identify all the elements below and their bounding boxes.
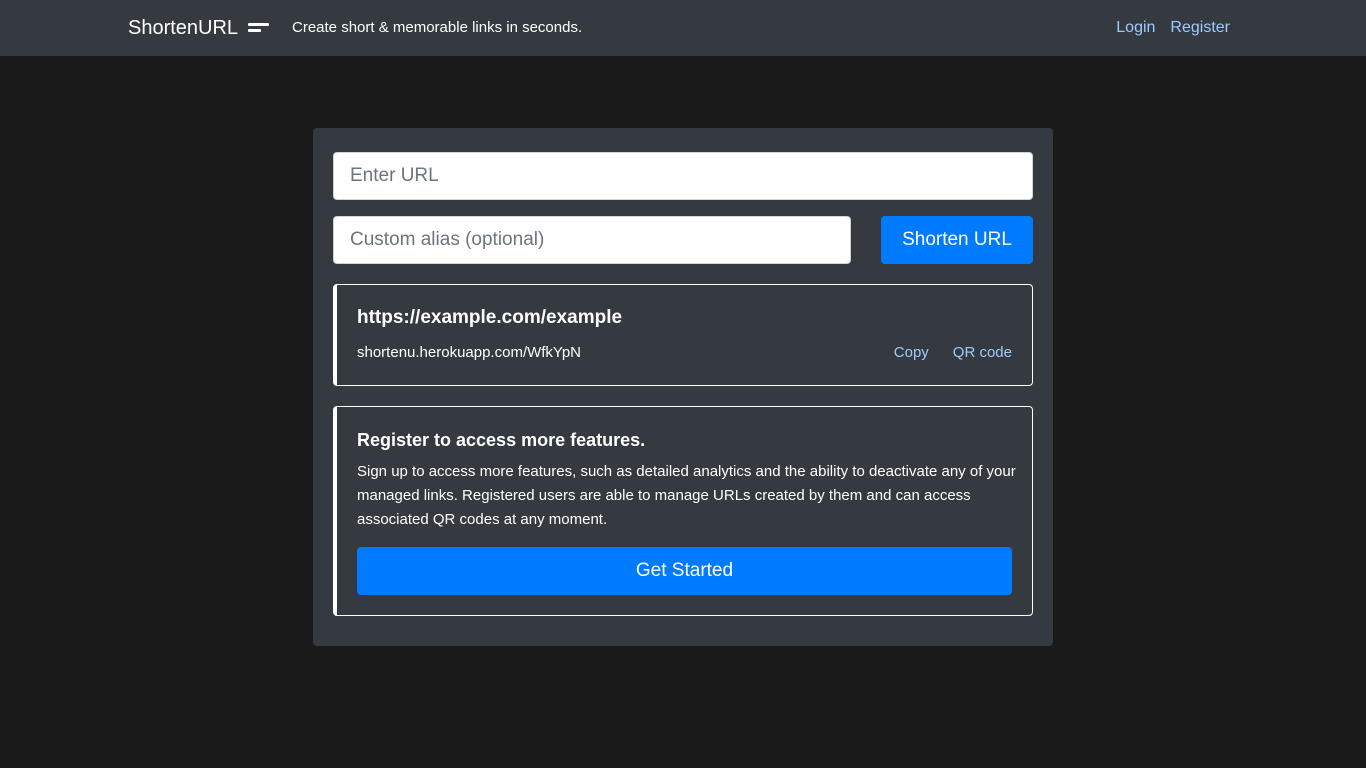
result-actions: Copy QR code <box>894 344 1012 362</box>
navbar: ShortenURL Create short & memorable link… <box>0 0 1366 56</box>
login-link[interactable]: Login <box>1116 19 1155 37</box>
url-input[interactable] <box>333 152 1033 200</box>
result-card: https://example.com/example shortenu.her… <box>333 284 1033 386</box>
register-promo-card: Register to access more features. Sign u… <box>333 406 1033 616</box>
brand-name: ShortenURL <box>128 17 239 39</box>
shorten-url-button[interactable]: Shorten URL <box>881 216 1033 264</box>
navbar-tagline: Create short & memorable links in second… <box>292 19 583 36</box>
copy-link[interactable]: Copy <box>894 344 929 362</box>
custom-alias-input[interactable] <box>333 216 851 264</box>
promo-text: Sign up to access more features, such as… <box>357 463 1016 528</box>
result-long-url: https://example.com/example <box>357 307 623 328</box>
result-short-url: shortenu.herokuapp.com/WfkYpN <box>357 344 581 361</box>
get-started-button[interactable]: Get Started <box>357 547 1012 595</box>
qr-code-link[interactable]: QR code <box>953 344 1012 362</box>
promo-title: Register to access more features. <box>357 430 646 450</box>
brand-link[interactable]: ShortenURL <box>128 16 270 40</box>
shortener-panel: Shorten URL https://example.com/example … <box>313 128 1053 646</box>
menu-lines-icon <box>248 22 270 34</box>
nav-links: Login Register <box>1116 19 1230 37</box>
register-link[interactable]: Register <box>1170 19 1230 37</box>
